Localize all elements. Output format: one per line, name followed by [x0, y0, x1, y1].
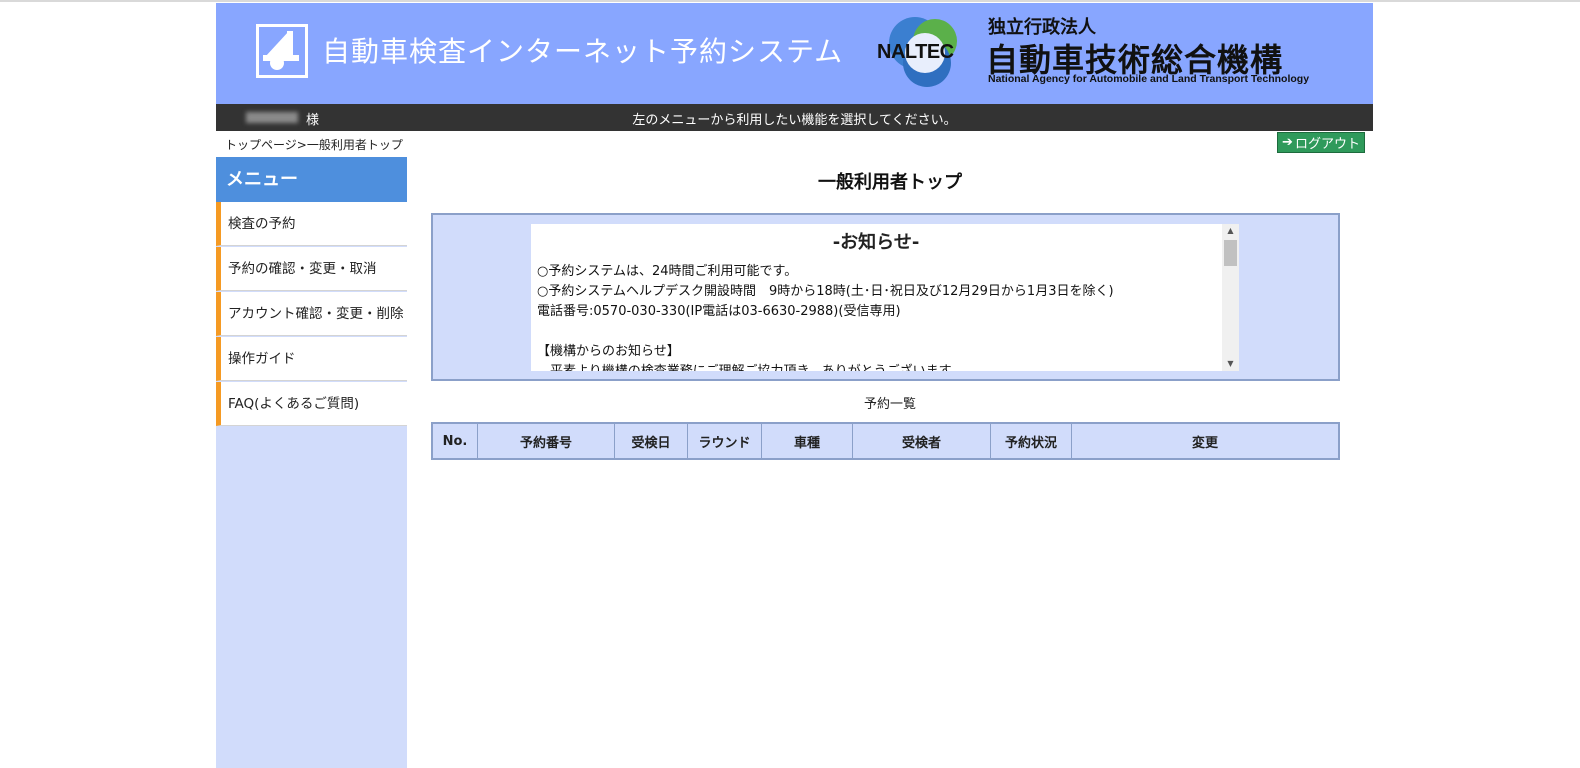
- top-border: [0, 0, 1580, 2]
- system-title: 自動車検査インターネット予約システム: [322, 35, 844, 68]
- notice-scroll-area[interactable]: -お知らせ- ○予約システムは、24時間ご利用可能です。 ○予約システムヘルプデ…: [531, 224, 1239, 371]
- notice-line: 【機構からのお知らせ】: [537, 344, 680, 359]
- col-round: ラウンド: [687, 422, 762, 460]
- page-title: 一般利用者トップ: [818, 172, 962, 193]
- sidebar-item-guide[interactable]: 操作ガイド: [216, 337, 407, 381]
- col-no: No.: [431, 422, 478, 460]
- col-status: 予約状況: [990, 422, 1072, 460]
- notice-line: 平素より機構の検査業務にご理解ご協力頂き、ありがとうございます。: [537, 360, 963, 371]
- notice-line: 電話番号:0570-030-330(IP電話は03-6630-2988)(受信専…: [537, 304, 901, 319]
- notice-line: ○予約システムヘルプデスク開設時間 9時から18時(土･日･祝日及び12月29日…: [537, 284, 1114, 299]
- col-change: 変更: [1071, 422, 1340, 460]
- col-exam-date: 受検日: [614, 422, 688, 460]
- menu-heading: メニュー: [216, 157, 407, 202]
- notice-panel: -お知らせ- ○予約システムは、24時間ご利用可能です。 ○予約システムヘルプデ…: [431, 213, 1340, 381]
- org-name-english: National Agency for Automobile and Land …: [988, 73, 1310, 85]
- sidebar-item-account[interactable]: アカウント確認・変更・削除: [216, 292, 407, 336]
- instruction-message: 左のメニューから利用したい機能を選択してください。: [632, 113, 957, 128]
- reservation-list-caption: 予約一覧: [863, 397, 916, 412]
- breadcrumb: トップページ>一般利用者トップ: [225, 138, 403, 152]
- user-status-bar: 様 左のメニューから利用したい機能を選択してください。: [216, 104, 1373, 131]
- scroll-up-icon[interactable]: ▲: [1222, 224, 1239, 238]
- reservation-table: No. 予約番号 受検日 ラウンド 車種 受検者 予約状況 変更: [431, 422, 1340, 460]
- logout-button[interactable]: ➔ ログアウト: [1277, 132, 1365, 153]
- arrow-right-icon: ➔: [1282, 135, 1293, 150]
- scrollbar-thumb[interactable]: [1224, 240, 1237, 266]
- page-container: 自動車検査インターネット予約システム NALTEC 独立行政法人 自動車技術総合…: [216, 3, 1373, 768]
- sidebar-item-manage-reservation[interactable]: 予約の確認・変更・取消: [216, 247, 407, 291]
- col-examinee: 受検者: [852, 422, 991, 460]
- site-header: 自動車検査インターネット予約システム NALTEC 独立行政法人 自動車技術総合…: [216, 3, 1373, 104]
- naltec-wordmark: NALTEC: [877, 41, 954, 63]
- scroll-down-icon[interactable]: ▼: [1222, 357, 1239, 371]
- sidebar-item-reservation[interactable]: 検査の予約: [216, 202, 407, 246]
- notice-scrollbar[interactable]: ▲ ▼: [1222, 224, 1239, 371]
- logout-label: ログアウト: [1294, 137, 1360, 152]
- col-vehicle-type: 車種: [761, 422, 853, 460]
- table-header-row: No. 予約番号 受検日 ラウンド 車種 受検者 予約状況 変更: [431, 422, 1340, 460]
- sidebar: メニュー 検査の予約 予約の確認・変更・取消 アカウント確認・変更・削除 操作ガ…: [216, 157, 407, 768]
- sidebar-item-faq[interactable]: FAQ(よくあるご質問): [216, 382, 407, 426]
- col-reservation-number: 予約番号: [477, 422, 615, 460]
- car-inspection-icon: [256, 24, 308, 78]
- notice-title: -お知らせ-: [832, 232, 920, 253]
- notice-line: ○予約システムは、24時間ご利用可能です。: [537, 264, 798, 279]
